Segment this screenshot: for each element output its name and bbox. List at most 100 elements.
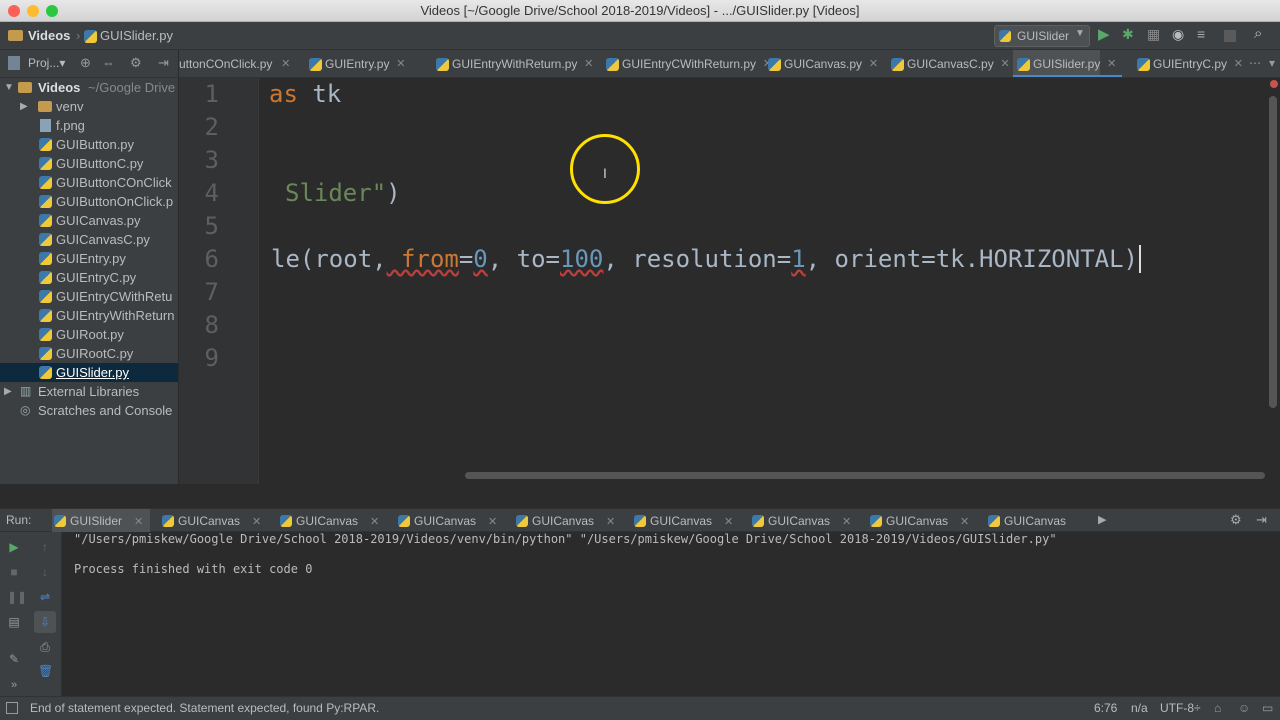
gear-icon[interactable]: ⚙ <box>1230 512 1242 528</box>
error-indicator-icon[interactable] <box>1270 80 1278 88</box>
tab-guicanvasc[interactable]: GUICanvasC.py ✕ <box>887 50 1010 77</box>
trash-icon[interactable]: 🗑 <box>38 664 53 678</box>
search-icon[interactable]: ⌕ <box>1254 25 1262 42</box>
run-tab-guicanvas[interactable]: GUICanvas ✕ <box>868 509 969 533</box>
close-icon[interactable]: ✕ <box>488 516 497 528</box>
inspector-icon[interactable]: ☺ <box>1238 697 1250 719</box>
coverage-icon[interactable]: ▦ <box>1147 26 1160 43</box>
chevron-right-icon[interactable]: ▶ <box>1098 513 1106 526</box>
breadcrumb-project[interactable]: Videos <box>28 28 70 43</box>
tabs-overflow-icon[interactable]: ⋯ <box>1249 56 1261 70</box>
tree-item-file[interactable]: GUIRoot.py <box>0 325 178 344</box>
chevron-right-icon[interactable]: ▶ <box>4 382 12 401</box>
run-icon[interactable]: ▶ <box>1098 25 1110 43</box>
locate-icon[interactable]: ⊕ <box>80 55 91 71</box>
close-icon[interactable]: ✕ <box>606 516 615 528</box>
tree-item-external-libraries[interactable]: ▶ ▥ External Libraries <box>0 382 178 401</box>
caret-position[interactable]: 6:76 <box>1094 697 1117 719</box>
layout-icon[interactable]: ▤ <box>7 615 21 629</box>
tab-guientry[interactable]: GUIEntry.py ✕ <box>305 50 405 77</box>
tree-item-file[interactable]: GUIButtonC.py <box>0 154 178 173</box>
close-icon[interactable]: ✕ <box>1234 50 1243 77</box>
tree-item-f-png[interactable]: f.png <box>0 116 178 135</box>
soft-wrap-icon[interactable]: ⇌ <box>38 590 52 604</box>
tree-item-file[interactable]: GUIButton.py <box>0 135 178 154</box>
hscrollbar-thumb[interactable] <box>465 472 1265 479</box>
file-encoding[interactable]: UTF-8÷ <box>1160 697 1201 719</box>
lock-icon[interactable]: ⌂ <box>1214 697 1221 719</box>
arrow-up-icon[interactable]: ↑ <box>38 540 52 554</box>
build-icon[interactable]: ≡ <box>1197 26 1205 42</box>
run-tab-guicanvas[interactable]: GUICanvas ✕ <box>278 509 379 533</box>
tree-item-scratches[interactable]: ◎ Scratches and Console <box>0 401 178 420</box>
close-icon[interactable]: ✕ <box>842 516 851 528</box>
run-config-dropdown[interactable]: GUISlider ▼ <box>994 25 1090 47</box>
tab-guientryc[interactable]: GUIEntryC.py ✕ <box>1133 50 1243 77</box>
more-icon[interactable]: » <box>7 678 21 692</box>
tree-item-file[interactable]: GUIEntryCWithRetu <box>0 287 178 306</box>
arrow-down-icon[interactable]: ↓ <box>38 565 52 579</box>
code-editor[interactable]: as tk Slider") le(root, from=0, to=100, … <box>260 78 1268 484</box>
close-icon[interactable]: ✕ <box>396 50 405 77</box>
chevron-down-icon[interactable]: ▾ <box>1269 56 1275 70</box>
run-tab-guicanvas[interactable]: GUICanvas ✕ <box>750 509 851 533</box>
rerun-icon[interactable]: ▶ <box>7 540 21 554</box>
tree-item-guislider-selected[interactable]: GUISlider.py <box>0 363 178 382</box>
tab-guientrywithreturn[interactable]: GUIEntryWithReturn.py ✕ <box>432 50 593 77</box>
tree-item-file[interactable]: GUIButtonCOnClick <box>0 173 178 192</box>
stop-icon[interactable] <box>1224 30 1236 42</box>
collapse-icon[interactable]: ⇔ <box>102 55 115 70</box>
scroll-to-end-icon[interactable]: ⇩ <box>34 611 56 633</box>
chevron-right-icon[interactable]: ▶ <box>20 97 28 116</box>
tree-item-file[interactable]: GUIEntry.py <box>0 249 178 268</box>
breadcrumb-file[interactable]: GUISlider.py <box>100 28 173 43</box>
run-console[interactable]: "/Users/pmiskew/Google Drive/School 2018… <box>62 532 1280 696</box>
event-log-icon[interactable]: ▭ <box>1262 697 1273 719</box>
close-icon[interactable]: ✕ <box>252 516 261 528</box>
project-view-selector[interactable]: Proj...▾ <box>28 56 65 70</box>
gear-icon[interactable]: ⚙ <box>130 55 142 71</box>
tree-item-venv[interactable]: ▶ venv <box>0 97 178 116</box>
tab-guientrycwithreturn[interactable]: GUIEntryCWithReturn.py✕ <box>602 50 772 77</box>
line-separator[interactable]: n/a <box>1131 697 1148 719</box>
stop-icon[interactable]: ■ <box>7 565 21 579</box>
close-icon[interactable]: ✕ <box>869 50 878 77</box>
editor-hscrollbar[interactable] <box>179 472 1268 482</box>
tab-guislider[interactable]: GUISlider.py ✕ <box>1013 50 1123 77</box>
run-tab-guicanvas[interactable]: GUICanvas ✕ <box>396 509 497 533</box>
close-icon[interactable]: ✕ <box>134 516 143 528</box>
close-icon[interactable]: ✕ <box>370 516 379 528</box>
close-icon[interactable]: ✕ <box>960 516 969 528</box>
tree-item-file[interactable]: GUIEntryC.py <box>0 268 178 287</box>
run-tab-guislider[interactable]: GUISlider ✕ <box>52 509 150 533</box>
pause-icon[interactable]: ❚❚ <box>7 590 27 604</box>
run-tab-guicanvas[interactable]: GUICanvas ✕ <box>514 509 615 533</box>
minimize-window-button[interactable] <box>27 5 39 17</box>
profile-icon[interactable]: ◉ <box>1172 26 1184 43</box>
run-tab-guicanvas[interactable]: GUICanvas <box>986 509 1066 533</box>
tree-root-videos[interactable]: ▼ Videos ~/Google Drive <box>0 78 178 97</box>
tree-item-file[interactable]: GUICanvas.py <box>0 211 178 230</box>
close-window-button[interactable] <box>8 5 20 17</box>
hide-panel-icon[interactable]: ⇥ <box>1256 512 1267 528</box>
close-icon[interactable]: ✕ <box>724 516 733 528</box>
close-icon[interactable]: ✕ <box>281 50 290 77</box>
tree-item-file[interactable]: GUICanvasC.py <box>0 230 178 249</box>
pin-icon[interactable]: ✎ <box>7 652 21 666</box>
close-icon[interactable]: ✕ <box>1107 50 1116 77</box>
vscrollbar-thumb[interactable] <box>1269 96 1277 408</box>
debug-icon[interactable]: ✱ <box>1122 26 1134 43</box>
tree-item-file[interactable]: GUIButtonOnClick.p <box>0 192 178 211</box>
tree-item-file[interactable]: GUIEntryWithReturn <box>0 306 178 325</box>
print-icon[interactable]: ⎙ <box>38 640 52 654</box>
close-icon[interactable]: ✕ <box>584 50 593 77</box>
tab-guicanvas[interactable]: GUICanvas.py ✕ <box>764 50 878 77</box>
tab-guibuttonconclick[interactable]: ✕ uttonCOnClick.py <box>179 50 290 77</box>
tool-windows-icon[interactable] <box>6 702 18 714</box>
chevron-down-icon[interactable]: ▼ <box>4 78 14 97</box>
close-icon[interactable]: ✕ <box>1000 50 1009 77</box>
tree-item-file[interactable]: GUIRootC.py <box>0 344 178 363</box>
run-tab-guicanvas[interactable]: GUICanvas ✕ <box>160 509 261 533</box>
editor-vscrollbar[interactable] <box>1268 78 1280 484</box>
run-tab-guicanvas[interactable]: GUICanvas ✕ <box>632 509 733 533</box>
